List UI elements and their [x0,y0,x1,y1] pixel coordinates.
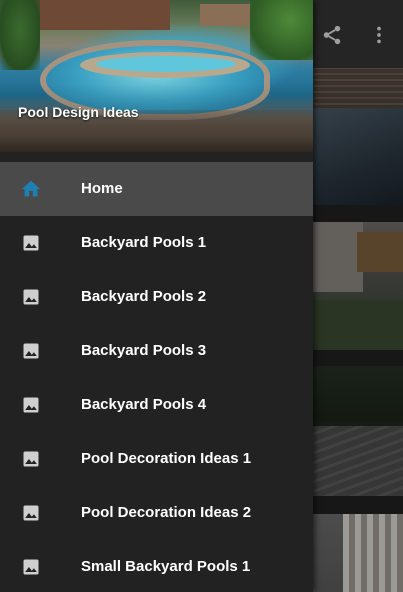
menu-item-backyard-pools-4[interactable]: Backyard Pools 4 [0,378,313,432]
menu-item-home[interactable]: Home [0,162,313,216]
menu-item-label: Backyard Pools 2 [81,288,207,305]
menu-item-label: Backyard Pools 1 [81,234,207,251]
menu-item-backyard-pools-3[interactable]: Backyard Pools 3 [0,324,313,378]
image-icon [20,448,42,470]
menu-item-label: Pool Decoration Ideas 2 [81,504,252,521]
image-icon [20,502,42,524]
menu-item-label: Small Backyard Pools 1 [81,558,251,575]
image-icon [20,232,42,254]
drawer-menu: Home Backyard Pools 1 Backyard Pools 2 B… [0,162,313,592]
image-icon [20,286,42,308]
menu-item-backyard-pools-2[interactable]: Backyard Pools 2 [0,270,313,324]
drawer-header: Pool Design Ideas [0,0,313,152]
menu-item-pool-decoration-ideas-2[interactable]: Pool Decoration Ideas 2 [0,486,313,540]
image-icon [20,556,42,578]
menu-item-label: Pool Decoration Ideas 1 [81,450,252,467]
home-icon [20,178,42,200]
menu-item-label: Home [81,180,123,197]
menu-item-pool-decoration-ideas-1[interactable]: Pool Decoration Ideas 1 [0,432,313,486]
image-icon [20,340,42,362]
drawer-scrim[interactable] [313,0,403,592]
menu-item-small-backyard-pools-1[interactable]: Small Backyard Pools 1 [0,540,313,592]
menu-item-label: Backyard Pools 4 [81,396,207,413]
image-icon [20,394,42,416]
menu-item-backyard-pools-1[interactable]: Backyard Pools 1 [0,216,313,270]
menu-item-label: Backyard Pools 3 [81,342,207,359]
navigation-drawer: Pool Design Ideas Home Backyard Pools 1 … [0,0,313,592]
drawer-title: Pool Design Ideas [18,104,139,120]
